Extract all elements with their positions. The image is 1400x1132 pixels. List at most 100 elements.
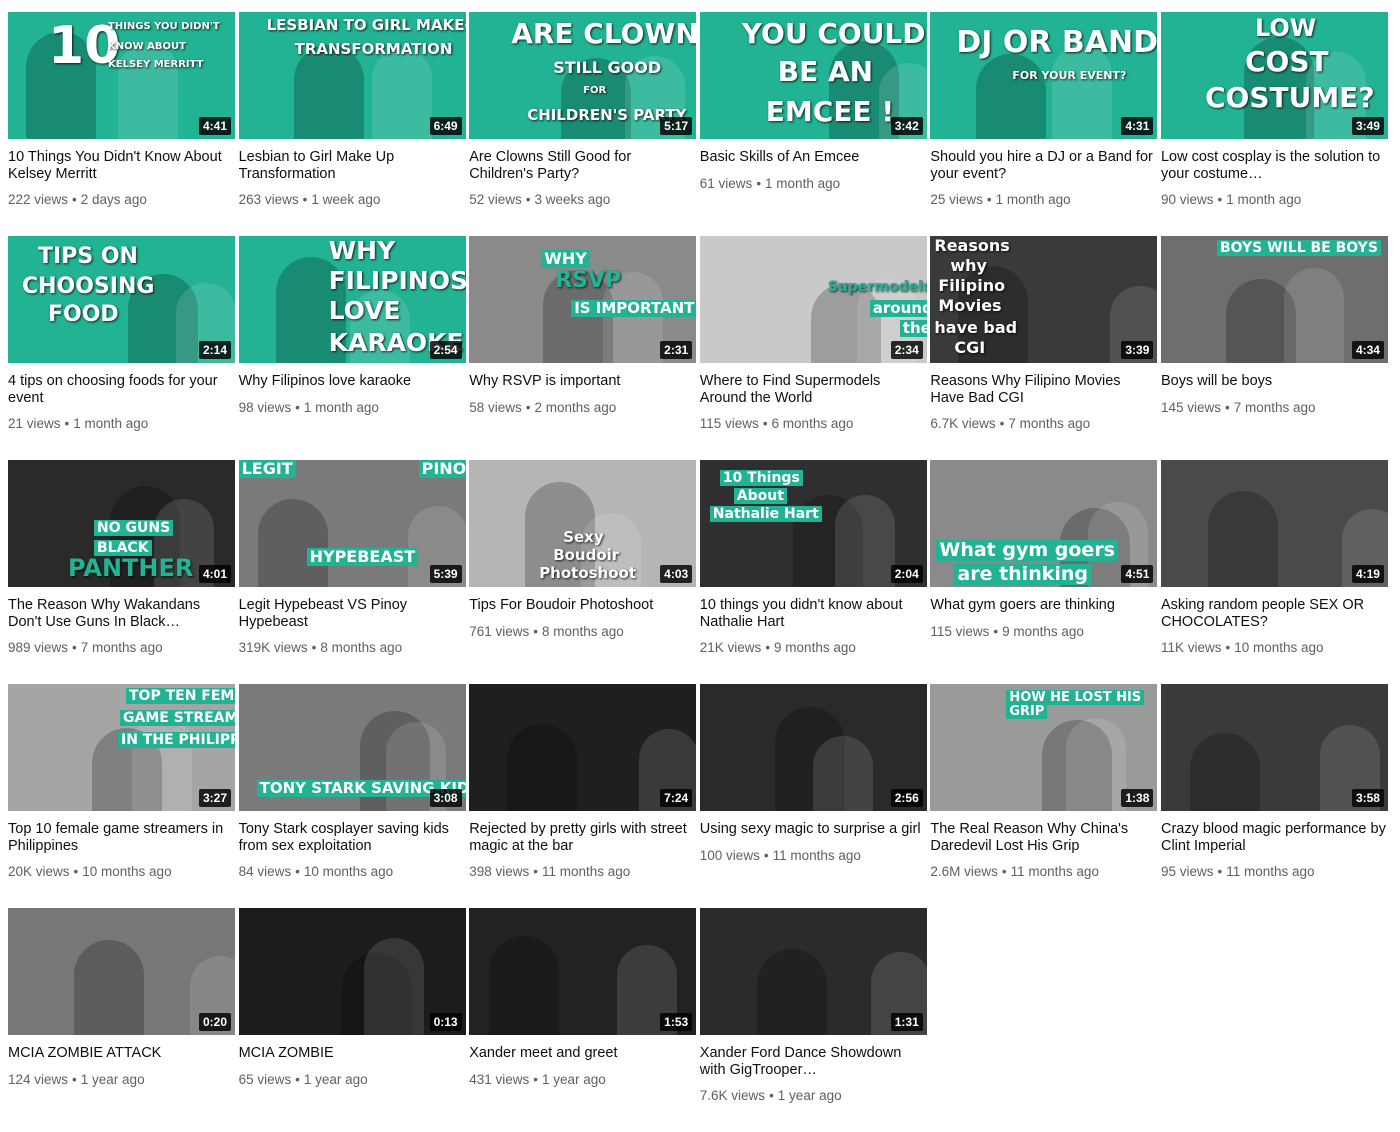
video-title[interactable]: Reasons Why Filipino Movies Have Bad CGI	[930, 373, 1157, 406]
video-title[interactable]: Where to Find Supermodels Around the Wor…	[700, 373, 927, 406]
video-title[interactable]: Xander Ford Dance Showdown with GigTroop…	[700, 1045, 927, 1078]
video-title[interactable]: 10 Things You Didn't Know About Kelsey M…	[8, 149, 235, 182]
video-thumbnail[interactable]: TIPS ON CHOOSING FOOD 2:14	[8, 236, 235, 363]
video-title[interactable]: The Real Reason Why China's Daredevil Lo…	[930, 821, 1157, 854]
meta-separator: •	[765, 640, 771, 655]
video-card-23[interactable]: HOW HE LOST HIS GRIP 1:38 The Real Reason…	[930, 684, 1158, 908]
upload-age: 10 months ago	[303, 864, 394, 879]
video-card-7[interactable]: TIPS ON CHOOSING FOOD 2:14 4 tips on choos…	[8, 236, 235, 460]
video-card-12[interactable]: BOYS WILL BE BOYS 4:34 Boys will be boys…	[1160, 236, 1388, 460]
video-card-13[interactable]: NO GUNS BLACK PANTHER 4:01 The Reason Why …	[8, 460, 235, 684]
upload-age: 1 year ago	[777, 1088, 842, 1103]
video-thumbnail[interactable]: DJ OR BANDS FOR YOUR EVENT? 4:31	[930, 12, 1158, 139]
video-title[interactable]: Why Filipinos love karaoke	[239, 373, 466, 390]
meta-separator: •	[762, 416, 768, 431]
video-title[interactable]: Low cost cosplay is the solution to your…	[1161, 149, 1388, 182]
video-card-27[interactable]: 1:53 Xander meet and greet 431 views • 1 y…	[469, 908, 697, 1132]
video-card-21[interactable]: 7:24 Rejected by pretty girls with stree…	[469, 684, 697, 908]
video-card-20[interactable]: TONY STARK SAVING KIDS 3:08 Tony Stark c…	[238, 684, 466, 908]
video-title[interactable]: Boys will be boys	[1161, 373, 1388, 390]
video-thumbnail[interactable]: LOW COST COSTUME? 3:49	[1160, 12, 1388, 139]
video-title[interactable]: Why RSVP is important	[469, 373, 696, 390]
video-thumbnail[interactable]: LESBIAN TO GIRL MAKE-UP TRANSFORMATION 6:…	[238, 12, 466, 139]
video-thumbnail[interactable]: 0:13	[238, 908, 466, 1035]
video-card-6[interactable]: LOW COST COSTUME? 3:49 Low cost cosplay is…	[1160, 12, 1388, 236]
video-title[interactable]: Xander meet and greet	[469, 1045, 696, 1062]
video-thumbnail[interactable]: TONY STARK SAVING KIDS 3:08	[238, 684, 466, 811]
video-card-3[interactable]: ARE CLOWNSSTILL GOODFORCHILDREN'S PARTY …	[469, 12, 697, 236]
video-thumbnail[interactable]: 1:53	[469, 908, 697, 1035]
video-thumbnail[interactable]: WHY FILIPINOS LOVE KARAOKE 2:54	[238, 236, 466, 363]
video-thumbnail[interactable]: 2:56	[699, 684, 927, 811]
video-title[interactable]: 10 things you didn't know about Nathalie…	[700, 597, 927, 630]
thumbnail-figure	[371, 49, 432, 139]
video-card-10[interactable]: Supermodels around the 2:34 Where to Find …	[699, 236, 927, 460]
video-thumbnail[interactable]: 0:20	[8, 908, 235, 1035]
video-title[interactable]: Crazy blood magic performance by Clint I…	[1161, 821, 1388, 854]
thumbnail-caption: have bad	[934, 318, 1018, 337]
video-card-11[interactable]: Reasons why Filipino Movies have bad CGI 3:39…	[930, 236, 1158, 460]
video-thumbnail[interactable]: ARE CLOWNSSTILL GOODFORCHILDREN'S PARTY …	[469, 12, 697, 139]
video-thumbnail[interactable]: Reasons why Filipino Movies have bad CGI 3:39	[930, 236, 1158, 363]
video-card-17[interactable]: What gym goers are thinking 4:51 What gym…	[930, 460, 1158, 684]
video-card-25[interactable]: 0:20 MCIA ZOMBIE ATTACK 124 views • 1 year…	[8, 908, 235, 1132]
video-title[interactable]: Tony Stark cosplayer saving kids from se…	[239, 821, 466, 854]
thumbnail-caption: Photoshoot	[539, 564, 637, 582]
video-title[interactable]: Rejected by pretty girls with street mag…	[469, 821, 696, 854]
video-thumbnail[interactable]: 3:58	[1160, 684, 1388, 811]
video-title[interactable]: Basic Skills of An Emcee	[700, 149, 927, 166]
video-title[interactable]: Should you hire a DJ or a Band for your …	[930, 149, 1157, 182]
video-title[interactable]: Top 10 female game streamers in Philippi…	[8, 821, 235, 854]
thumbnail-caption: FOR	[583, 85, 607, 96]
video-card-1[interactable]: 10 THINGS YOU DIDN'T KNOW ABOUT KELSEY MERR…	[8, 12, 235, 236]
video-title[interactable]: Lesbian to Girl Make Up Transformation	[239, 149, 466, 182]
video-card-4[interactable]: YOU COULD BE AN EMCEE ! 3:42 Basic Skills …	[699, 12, 927, 236]
video-card-19[interactable]: TOP TEN FEMALE GAME STREAMERS IN THE PHILI…	[8, 684, 235, 908]
video-card-14[interactable]: LEGIT PINOY HYPEBEAST 5:39 Legit Hypebeast…	[238, 460, 466, 684]
video-thumbnail[interactable]: Supermodels around the 2:34	[699, 236, 927, 363]
video-duration: 1:38	[1121, 789, 1154, 807]
video-title[interactable]: MCIA ZOMBIE	[239, 1045, 466, 1062]
video-card-2[interactable]: LESBIAN TO GIRL MAKE-UP TRANSFORMATION 6:…	[238, 12, 466, 236]
video-duration: 0:13	[429, 1013, 462, 1031]
video-card-8[interactable]: WHY FILIPINOS LOVE KARAOKE 2:54 Why Filipin…	[238, 236, 466, 460]
video-thumbnail[interactable]: 10 THINGS YOU DIDN'T KNOW ABOUT KELSEY MERR…	[8, 12, 235, 139]
video-card-9[interactable]: WHY RSVP IS IMPORTANT 2:31 Why RSVP is imp…	[469, 236, 697, 460]
video-card-18[interactable]: 4:19 Asking random people SEX OR CHOCOLA…	[1160, 460, 1388, 684]
video-thumbnail[interactable]: HOW HE LOST HIS GRIP 1:38	[930, 684, 1158, 811]
thumbnail-caption: TIPS ON	[38, 244, 138, 269]
video-card-28[interactable]: 1:31 Xander Ford Dance Showdown with Gig…	[699, 908, 927, 1132]
video-thumbnail[interactable]: TOP TEN FEMALE GAME STREAMERS IN THE PHILI…	[8, 684, 235, 811]
video-thumbnail[interactable]: LEGIT PINOY HYPEBEAST 5:39	[238, 460, 466, 587]
video-title[interactable]: What gym goers are thinking	[930, 597, 1157, 614]
video-title[interactable]: Using sexy magic to surprise a girl	[700, 821, 927, 838]
video-thumbnail[interactable]: 1:31	[699, 908, 927, 1035]
video-title[interactable]: The Reason Why Wakandans Don't Use Guns …	[8, 597, 235, 630]
thumbnail-figure	[132, 715, 192, 811]
video-card-24[interactable]: 3:58 Crazy blood magic performance by Cl…	[1160, 684, 1388, 908]
video-title[interactable]: Are Clowns Still Good for Children's Par…	[469, 149, 696, 182]
video-thumbnail[interactable]: 7:24	[469, 684, 697, 811]
video-card-16[interactable]: 10 Things About Nathalie Hart 2:04 10 thin…	[699, 460, 927, 684]
video-card-15[interactable]: Sexy Boudoir Photoshoot 4:03 Tips For Boud…	[469, 460, 697, 684]
video-title[interactable]: Legit Hypebeast VS Pinoy Hypebeast	[239, 597, 466, 630]
video-title[interactable]: MCIA ZOMBIE ATTACK	[8, 1045, 235, 1062]
video-thumbnail[interactable]: 4:19	[1160, 460, 1388, 587]
video-card-26[interactable]: 0:13 MCIA ZOMBIE 65 views • 1 year ago	[238, 908, 466, 1132]
video-duration: 4:51	[1121, 565, 1154, 583]
video-thumbnail[interactable]: NO GUNS BLACK PANTHER 4:01	[8, 460, 235, 587]
video-meta: 20K views • 10 months ago	[8, 864, 235, 880]
video-thumbnail[interactable]: Sexy Boudoir Photoshoot 4:03	[469, 460, 697, 587]
video-thumbnail[interactable]: BOYS WILL BE BOYS 4:34	[1160, 236, 1388, 363]
video-thumbnail[interactable]: What gym goers are thinking 4:51	[930, 460, 1158, 587]
video-title[interactable]: Tips For Boudoir Photoshoot	[469, 597, 696, 614]
video-card-5[interactable]: DJ OR BANDS FOR YOUR EVENT? 4:31 Should y…	[930, 12, 1158, 236]
view-count: 319K views	[238, 640, 308, 655]
video-title[interactable]: 4 tips on choosing foods for your event	[8, 373, 235, 406]
video-thumbnail[interactable]: YOU COULD BE AN EMCEE ! 3:42	[699, 12, 927, 139]
video-meta: 319K views • 8 months ago	[239, 640, 466, 656]
video-title[interactable]: Asking random people SEX OR CHOCOLATES?	[1161, 597, 1388, 630]
video-thumbnail[interactable]: 10 Things About Nathalie Hart 2:04	[699, 460, 927, 587]
video-card-22[interactable]: 2:56 Using sexy magic to surprise a girl…	[699, 684, 927, 908]
video-thumbnail[interactable]: WHY RSVP IS IMPORTANT 2:31	[469, 236, 697, 363]
